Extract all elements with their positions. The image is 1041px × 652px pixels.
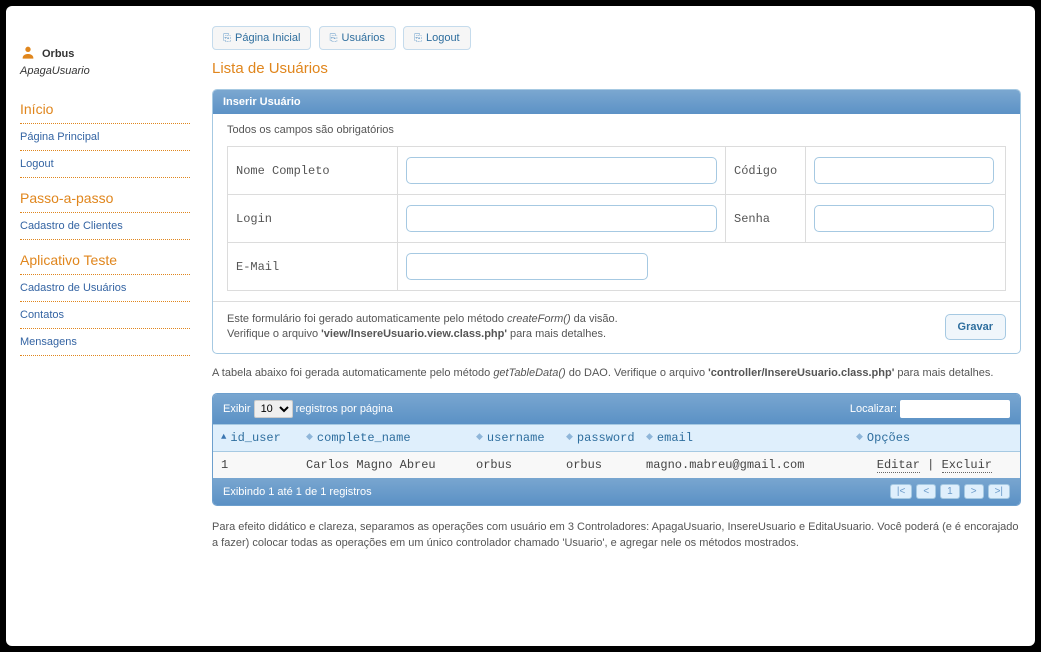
table-info: Exibindo 1 até 1 de 1 registros xyxy=(223,486,372,498)
cell-id: 1 xyxy=(213,452,298,478)
top-buttons: ⎘ Página Inicial ⎘ Usuários ⎘ Logout xyxy=(212,26,1021,50)
col-header-options: ◆Opções xyxy=(848,425,1020,451)
search-input[interactable] xyxy=(900,400,1010,418)
input-nome[interactable] xyxy=(406,157,717,184)
cell-password: orbus xyxy=(558,452,638,478)
input-login[interactable] xyxy=(406,205,717,232)
users-button[interactable]: ⎘ Usuários xyxy=(319,26,396,50)
pager-last[interactable]: >| xyxy=(988,484,1010,499)
sort-asc-icon: ▲ xyxy=(221,435,226,440)
sidebar-heading-inicio: Início xyxy=(20,95,190,124)
sidebar-heading-passo: Passo-a-passo xyxy=(20,184,190,213)
pager-first[interactable]: |< xyxy=(890,484,912,499)
link-icon: ⎘ xyxy=(414,33,422,44)
home-button-label: Página Inicial xyxy=(235,32,300,44)
cell-name: Carlos Magno Abreu xyxy=(298,452,468,478)
sidebar-link-cadastro-usuarios[interactable]: Cadastro de Usuários xyxy=(20,275,190,302)
brand-name: Orbus xyxy=(42,48,74,60)
col-header-password[interactable]: ◆password xyxy=(558,425,638,451)
input-codigo[interactable] xyxy=(814,157,994,184)
pager-prev[interactable]: < xyxy=(916,484,936,499)
sidebar-link-contatos[interactable]: Contatos xyxy=(20,302,190,329)
panel-footer: Este formulário foi gerado automaticamen… xyxy=(213,301,1020,353)
search-control: Localizar: xyxy=(850,400,1010,418)
home-button[interactable]: ⎘ Página Inicial xyxy=(212,26,311,50)
page-title: Lista de Usuários xyxy=(212,60,1021,77)
input-email[interactable] xyxy=(406,253,648,280)
cell-email: magno.mabreu@gmail.com xyxy=(638,452,848,478)
insert-user-panel: Inserir Usuário Todos os campos são obri… xyxy=(212,89,1021,354)
label-login: Login xyxy=(228,195,398,243)
sidebar-link-cadastro-clientes[interactable]: Cadastro de Clientes xyxy=(20,213,190,240)
cell-options: Editar | Excluir xyxy=(848,452,1020,478)
mid-paragraph: A tabela abaixo foi gerada automaticamen… xyxy=(212,366,1021,381)
table-top-bar: Exibir 10 registros por página Localizar… xyxy=(213,394,1020,424)
col-header-username[interactable]: ◆username xyxy=(468,425,558,451)
label-email: E-Mail xyxy=(228,243,398,291)
pager: |< < 1 > >| xyxy=(890,484,1010,499)
sidebar-heading-aplicativo: Aplicativo Teste xyxy=(20,246,190,275)
sidebar-link-mensagens[interactable]: Mensagens xyxy=(20,329,190,356)
brand-subtitle: ApagaUsuario xyxy=(20,65,190,77)
form-table: Nome Completo Código Login Senha E-Mail xyxy=(227,146,1006,291)
table-footer: Exibindo 1 até 1 de 1 registros |< < 1 >… xyxy=(213,478,1020,505)
table-row: 1 Carlos Magno Abreu orbus orbus magno.m… xyxy=(213,452,1020,478)
logout-button-label: Logout xyxy=(426,32,460,44)
sort-icon: ◆ xyxy=(856,435,863,440)
logout-button[interactable]: ⎘ Logout xyxy=(403,26,471,50)
cell-username: orbus xyxy=(468,452,558,478)
panel-footer-text: Este formulário foi gerado automaticamen… xyxy=(227,312,933,343)
sort-icon: ◆ xyxy=(566,435,573,440)
sidebar-link-logout[interactable]: Logout xyxy=(20,151,190,178)
label-nome: Nome Completo xyxy=(228,147,398,195)
panel-header: Inserir Usuário xyxy=(213,90,1020,114)
col-header-name[interactable]: ◆complete_name xyxy=(298,425,468,451)
page-size-select[interactable]: 10 xyxy=(254,400,293,418)
label-codigo: Código xyxy=(726,147,806,195)
brand: Orbus xyxy=(20,44,190,63)
delete-link[interactable]: Excluir xyxy=(942,458,992,473)
users-button-label: Usuários xyxy=(342,32,385,44)
table-header-row: ▲id_user ◆complete_name ◆username ◆passw… xyxy=(213,424,1020,452)
col-header-email[interactable]: ◆email xyxy=(638,425,848,451)
form-note: Todos os campos são obrigatórios xyxy=(227,124,1006,136)
page-size-control: Exibir 10 registros por página xyxy=(223,400,393,418)
sort-icon: ◆ xyxy=(476,435,483,440)
data-table: Exibir 10 registros por página Localizar… xyxy=(212,393,1021,506)
sort-icon: ◆ xyxy=(646,435,653,440)
sidebar: Orbus ApagaUsuario Início Página Princip… xyxy=(20,16,200,632)
link-icon: ⎘ xyxy=(330,33,338,44)
col-header-id[interactable]: ▲id_user xyxy=(213,425,298,451)
bottom-paragraph: Para efeito didático e clareza, separamo… xyxy=(212,520,1021,551)
sort-icon: ◆ xyxy=(306,435,313,440)
label-senha: Senha xyxy=(726,195,806,243)
sidebar-link-pagina-principal[interactable]: Página Principal xyxy=(20,124,190,151)
main-content: ⎘ Página Inicial ⎘ Usuários ⎘ Logout Lis… xyxy=(200,16,1021,632)
input-senha[interactable] xyxy=(814,205,994,232)
edit-link[interactable]: Editar xyxy=(877,458,920,473)
pager-page[interactable]: 1 xyxy=(940,484,960,499)
user-icon xyxy=(20,44,36,63)
pager-next[interactable]: > xyxy=(964,484,984,499)
save-button[interactable]: Gravar xyxy=(945,314,1006,340)
link-icon: ⎘ xyxy=(223,33,231,44)
